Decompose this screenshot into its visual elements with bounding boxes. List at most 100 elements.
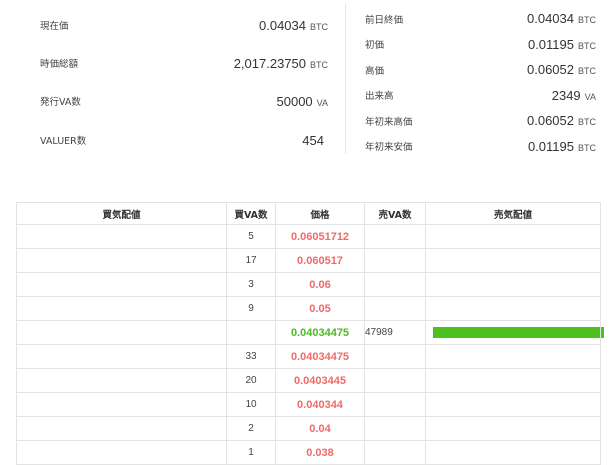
sell-depth-cell [425,440,601,465]
sell-va-cell [364,344,426,369]
stat-value: 454 [302,132,324,148]
header-buy-va: 買VA数 [226,202,276,225]
table-row: 9 0.05 [16,296,601,321]
price-cell: 0.05 [275,296,365,321]
stat-value: 0.04034 [527,11,574,27]
sell-depth-cell [425,296,601,321]
stat-label: 現在価 [40,21,69,32]
summary-panel: 現在価 0.04034 BTC 時価総額 2,017.23750 BTC 発行V… [0,0,616,165]
buy-depth-cell [16,440,227,465]
stat-label: 年初来安価 [365,142,413,154]
stat-value-group: 0.04034 BTC [527,11,596,26]
sell-depth-cell [425,224,601,249]
order-book-body: 5 0.06051712 17 0.060517 3 0.06 9 0.05 0.0403447… [16,224,604,465]
stat-volume: 出来高 2349 VA [365,83,596,109]
buy-va-cell [226,320,276,345]
buy-va-cell: 33 [226,344,276,369]
buy-va-cell: 9 [226,296,276,321]
order-book: 買気配値 買VA数 価格 売VA数 売気配値 5 0.06051712 17 0.06… [16,202,604,465]
sell-va-cell [364,392,426,417]
stat-value-group: 0.01195 BTC [528,139,596,154]
header-sell-depth: 売気配値 [425,202,601,225]
table-row: 17 0.060517 [16,248,601,273]
sell-depth-cell [425,248,601,273]
stat-unit: BTC [578,117,596,128]
buy-depth-cell [16,248,227,273]
stat-unit: BTC [310,59,328,70]
stat-unit: VA [316,97,328,108]
stat-value: 50000 [276,93,313,109]
header-buy-depth: 買気配値 [16,202,227,225]
price-cell: 0.040344 [275,392,365,417]
stat-market-cap: 時価総額 2,017.23750 BTC [40,44,328,82]
stat-value-group: 2,017.23750 BTC [234,56,328,71]
sell-va-cell [364,248,426,273]
stat-value-group: 0.01195 BTC [528,37,596,52]
price-cell: 0.04034475 [275,344,365,369]
buy-va-cell: 2 [226,416,276,441]
buy-depth-cell [16,320,227,345]
stat-value: 2349 [551,87,581,103]
buy-va-cell: 1 [226,440,276,465]
sell-va-cell [364,224,426,249]
summary-divider [345,4,346,154]
stat-value: 0.06052 [527,62,574,78]
stat-value-group: 50000 VA [277,94,329,109]
stat-label: 出来高 [365,91,394,103]
stat-value: 0.01195 [527,36,574,52]
stat-value: 0.04034 [259,17,306,33]
sell-va-cell [364,272,426,297]
stat-ytd-high: 年初来高価 0.06052 BTC [365,108,596,134]
stat-label: 高価 [365,65,385,77]
stat-prev-close: 前日終価 0.04034 BTC [365,6,596,32]
stat-ytd-low: 年初来安価 0.01195 BTC [365,134,596,160]
sell-va-cell [364,416,426,441]
stat-high-price: 高価 0.06052 BTC [365,57,596,83]
summary-right: 前日終価 0.04034 BTC 初価 0.01195 BTC 高価 0.060… [365,6,596,159]
stat-value: 0.06052 [527,113,574,129]
stat-issued-va: 発行VA数 50000 VA [40,82,328,120]
stat-unit: BTC [578,15,596,26]
buy-va-cell: 10 [226,392,276,417]
stat-label: 前日終価 [365,14,404,26]
sell-va-cell [364,368,426,393]
stat-unit: BTC [578,142,596,153]
buy-va-cell: 3 [226,272,276,297]
buy-depth-cell [16,392,227,417]
table-row: 1 0.038 [16,440,601,465]
price-cell: 0.038 [275,440,365,465]
stat-value-group: 0.06052 BTC [527,62,596,77]
sell-depth-bar [433,327,604,338]
order-book-table: 買気配値 買VA数 価格 売VA数 売気配値 5 0.06051712 17 0.06… [16,202,604,465]
buy-depth-cell [16,344,227,369]
table-row: 33 0.04034475 [16,344,601,369]
table-row: 10 0.040344 [16,392,601,417]
stat-value-group: 2349 VA [552,88,596,103]
stat-value: 2,017.23750 [233,55,306,71]
stat-label: 発行VA数 [40,97,81,108]
sell-va-cell [364,296,426,321]
stat-unit: BTC [578,66,596,77]
stat-unit: VA [584,91,596,102]
price-cell: 0.04034475 [275,320,365,345]
buy-depth-cell [16,224,227,249]
price-cell: 0.0403445 [275,368,365,393]
stat-unit: BTC [310,21,328,32]
header-price: 価格 [275,202,365,225]
table-row: 0.04034475 47989 [16,320,604,345]
buy-depth-cell [16,296,227,321]
stat-initial-price: 初価 0.01195 BTC [365,32,596,58]
sell-depth-cell [425,344,601,369]
stat-value-group: 0.06052 BTC [527,113,596,128]
sell-va-cell [364,440,426,465]
stat-value-group: 0.04034 BTC [259,18,328,33]
price-cell: 0.04 [275,416,365,441]
stat-label: 年初来高価 [365,116,413,128]
sell-depth-cell [425,272,601,297]
price-cell: 0.06051712 [275,224,365,249]
sell-depth-cell [425,416,601,441]
summary-left: 現在価 0.04034 BTC 時価総額 2,017.23750 BTC 発行V… [40,6,328,160]
header-sell-va: 売VA数 [364,202,426,225]
buy-depth-cell [16,368,227,393]
table-row: 5 0.06051712 [16,224,601,249]
